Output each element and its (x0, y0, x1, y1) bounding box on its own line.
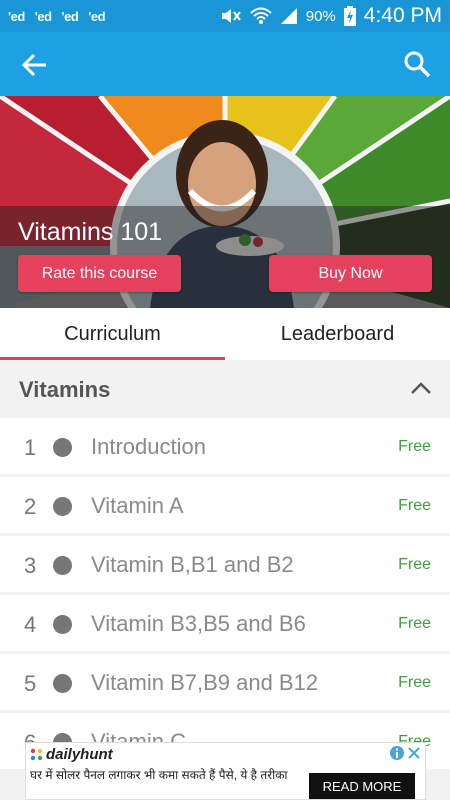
progress-dot-icon (53, 497, 72, 516)
app-bar (0, 32, 450, 96)
tab-leaderboard[interactable]: Leaderboard (225, 308, 450, 360)
lesson-title: Vitamin A (91, 493, 184, 518)
lesson-title: Vitamin B3,B5 and B6 (91, 611, 306, 636)
notification-icons: 'ed 'ed 'ed 'ed (8, 8, 106, 24)
ad-headline: घर में सोलर पैनल लगाकर भी कमा सकते हैं प… (30, 768, 288, 782)
lesson-title: Vitamin B,B1 and B2 (91, 552, 294, 577)
lesson-row[interactable]: 3 Vitamin B,B1 and B2 Free (0, 536, 450, 595)
ad-read-more-button[interactable]: READ MORE (309, 773, 415, 799)
section-header[interactable]: Vitamins (0, 360, 450, 418)
lesson-price: Free (398, 615, 431, 632)
dailyhunt-logo-icon (30, 748, 43, 760)
lesson-number: 3 (24, 553, 37, 578)
lesson-number: 4 (24, 612, 37, 637)
lesson-title: Vitamin B7,B9 and B12 (91, 670, 319, 695)
ad-brand: dailyhunt (30, 746, 113, 763)
battery-percent: 90% (305, 7, 336, 25)
rate-course-button[interactable]: Rate this course (18, 255, 181, 292)
tab-curriculum[interactable]: Curriculum (0, 308, 225, 360)
progress-dot-icon (53, 674, 72, 693)
progress-dot-icon (53, 615, 72, 634)
lesson-list: 1 Introduction Free 2 Vitamin A Free 3 V… (0, 418, 450, 772)
notification-icon: 'ed (61, 8, 79, 24)
section-title: Vitamins (19, 377, 111, 402)
chevron-up-icon[interactable] (410, 380, 432, 396)
mute-icon (221, 9, 241, 23)
notification-icon: 'ed (8, 8, 25, 24)
ad-info-icon[interactable] (389, 745, 405, 761)
lesson-number: 5 (24, 671, 37, 696)
lesson-number: 1 (24, 435, 37, 460)
buy-now-button[interactable]: Buy Now (269, 255, 432, 292)
lesson-row[interactable]: 5 Vitamin B7,B9 and B12 Free (0, 654, 450, 713)
ad-banner[interactable]: dailyhunt घर में सोलर पैनल लगाकर भी कमा … (25, 742, 426, 800)
lesson-row[interactable]: 1 Introduction Free (0, 418, 450, 477)
progress-dot-icon (53, 438, 72, 457)
lesson-row[interactable]: 4 Vitamin B3,B5 and B6 Free (0, 595, 450, 654)
lesson-price: Free (398, 438, 431, 455)
course-title: Vitamins 101 (18, 218, 163, 246)
progress-dot-icon (53, 556, 72, 575)
clock: 4:40 PM (363, 4, 442, 27)
app-screen: 'ed 'ed 'ed 'ed 90% 4:40 PM Vitamins 101… (0, 0, 450, 800)
ad-close-icon[interactable] (406, 745, 422, 761)
lesson-row[interactable]: 2 Vitamin A Free (0, 477, 450, 536)
status-bar: 'ed 'ed 'ed 'ed 90% 4:40 PM (0, 0, 450, 32)
lesson-title: Introduction (91, 434, 206, 459)
wifi-icon (250, 7, 272, 24)
back-arrow-icon[interactable] (20, 50, 50, 80)
lesson-price: Free (398, 556, 431, 573)
ad-brand-name: dailyhunt (46, 746, 113, 763)
lesson-number: 2 (24, 494, 37, 519)
signal-icon (280, 8, 297, 24)
battery-charging-icon (343, 6, 356, 26)
course-hero-banner: Vitamins 101 Rate this course Buy Now (0, 96, 450, 308)
notification-icon: 'ed (88, 8, 106, 24)
tab-bar: Curriculum Leaderboard (0, 308, 450, 360)
lesson-price: Free (398, 674, 431, 691)
notification-icon: 'ed (34, 8, 52, 24)
search-icon[interactable] (402, 49, 432, 79)
lesson-price: Free (398, 497, 431, 514)
